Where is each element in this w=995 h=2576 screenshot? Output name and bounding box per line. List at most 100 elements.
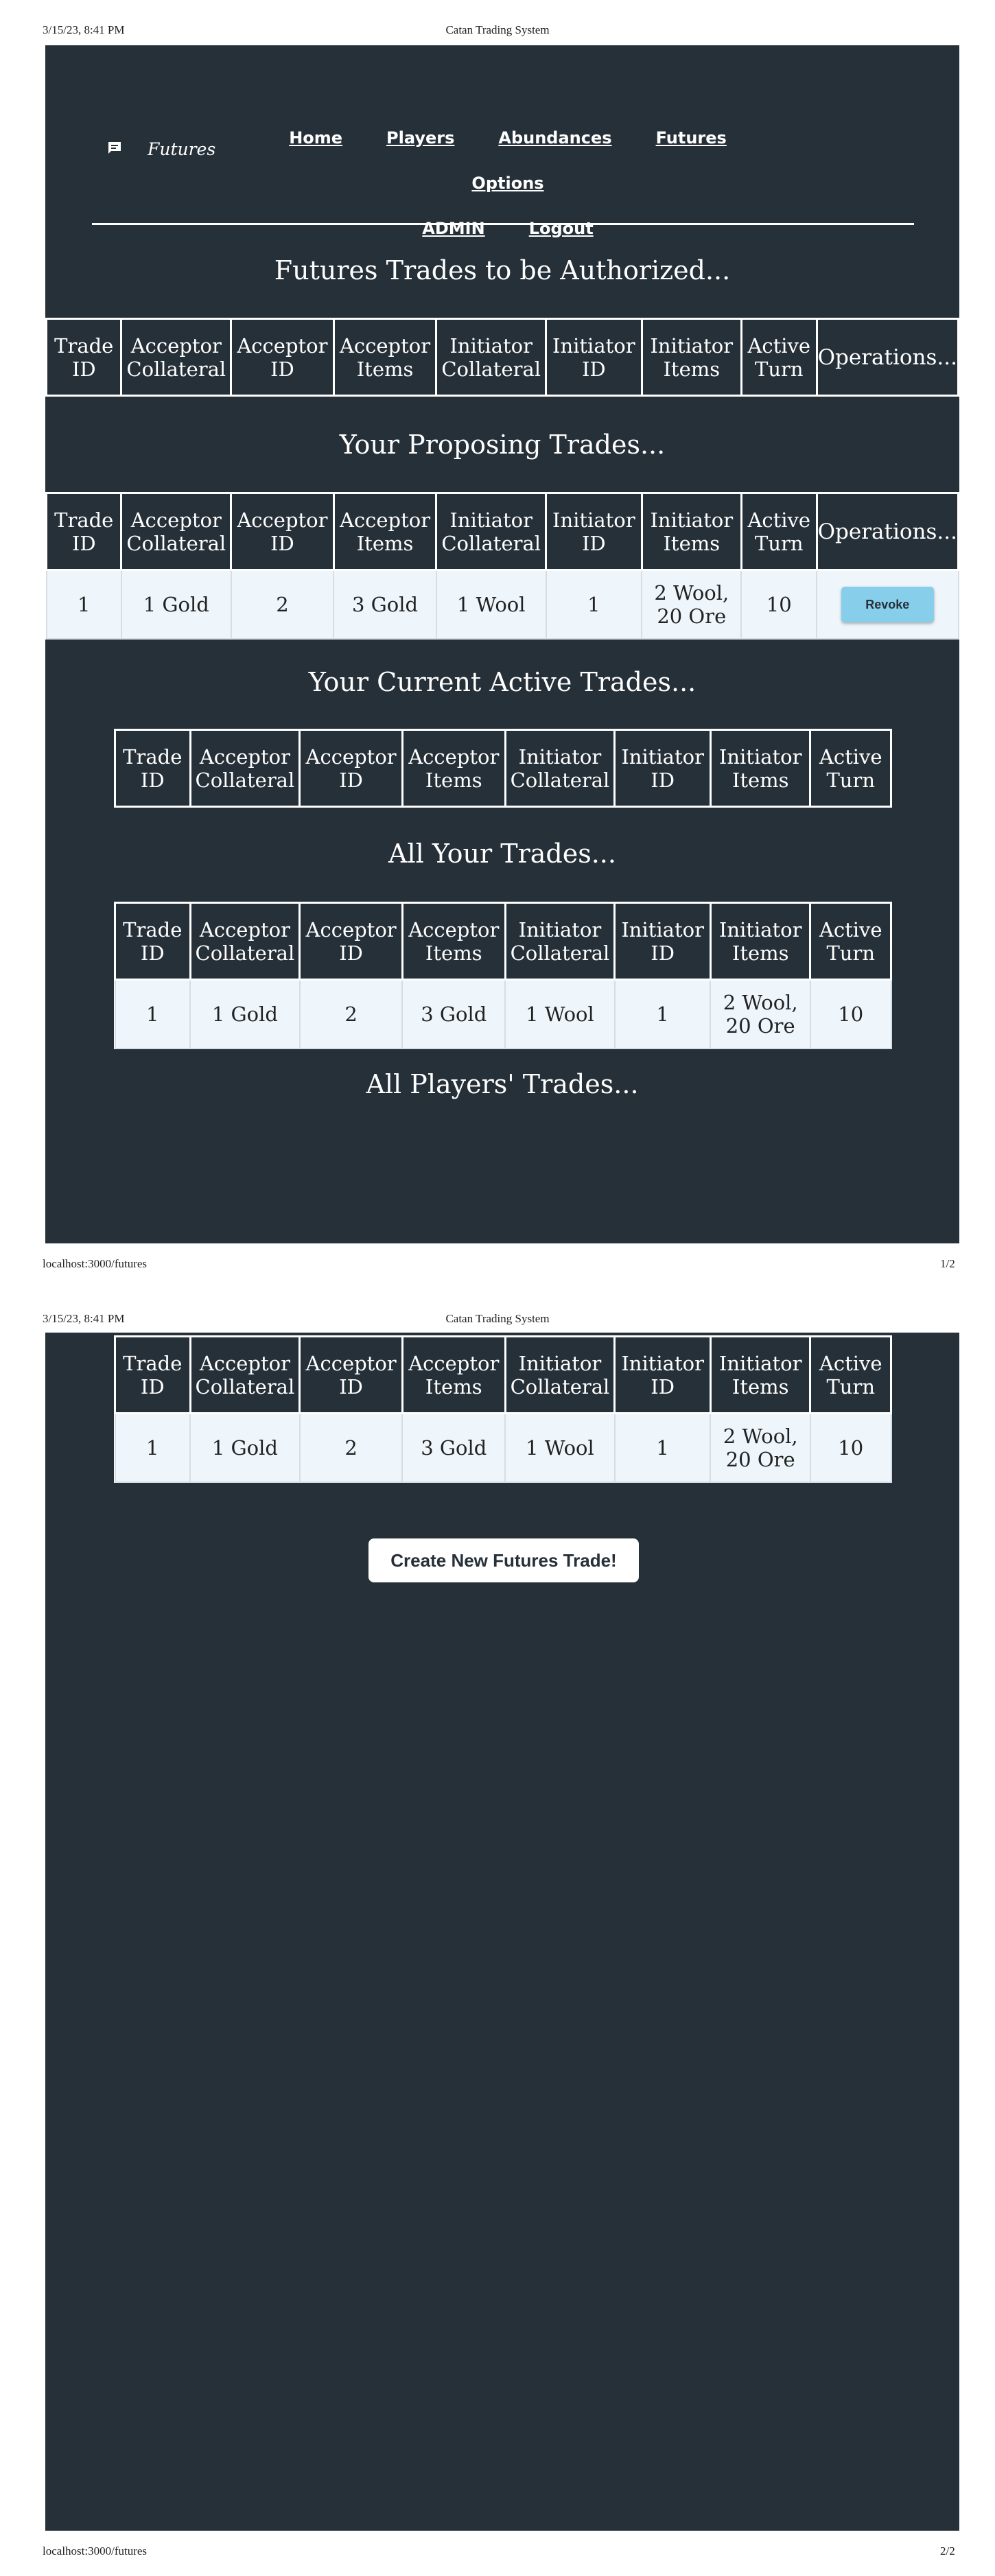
nav-logout-link[interactable]: Logout	[529, 207, 594, 250]
cell-acceptor-id: 2	[298, 1412, 403, 1483]
brand-label[interactable]: Futures	[148, 139, 215, 159]
col-trade-id: Trade ID	[114, 902, 191, 981]
col-initiator-collateral: Initiator Collateral	[504, 902, 616, 981]
cell-initiator-collateral: 1 Wool	[504, 1412, 616, 1483]
cell-initiator-id: 1	[613, 1412, 712, 1483]
create-futures-trade-button[interactable]: Create New Futures Trade!	[368, 1538, 639, 1582]
revoke-button[interactable]: Revoke	[841, 586, 934, 622]
section-title-all-yours: All Your Trades...	[388, 839, 616, 869]
col-initiator-id: Initiator ID	[545, 492, 643, 571]
col-initiator-items: Initiator Items	[640, 492, 742, 571]
col-acceptor-items: Acceptor Items	[332, 318, 438, 397]
cell-initiator-items: 2 Wool, 20 Ore	[710, 979, 811, 1049]
nav-home-link[interactable]: Home	[289, 117, 342, 159]
authorize-trades-table: Trade ID Acceptor Collateral Acceptor ID…	[45, 318, 960, 397]
col-active-turn: Active Turn	[809, 1335, 892, 1414]
col-initiator-collateral: Initiator Collateral	[435, 492, 548, 571]
col-acceptor-collateral: Acceptor Collateral	[120, 318, 233, 397]
col-initiator-id: Initiator ID	[613, 1335, 712, 1414]
page-background	[45, 1333, 959, 2531]
cell-active-turn: 10	[809, 979, 892, 1049]
nav-divider	[92, 223, 914, 225]
col-acceptor-items: Acceptor Items	[401, 729, 506, 808]
col-acceptor-id: Acceptor ID	[298, 902, 403, 981]
initiator-items-line1: 2 Wool,	[723, 1424, 798, 1448]
main-nav: Home Players Abundances Futures Options ADMIN…	[254, 117, 762, 253]
print-title: Catan Trading System	[445, 1312, 550, 1325]
nav-futures-link[interactable]: Futures	[656, 117, 727, 159]
cell-initiator-collateral: 1 Wool	[504, 979, 616, 1049]
nav-abundances-link[interactable]: Abundances	[498, 117, 611, 159]
initiator-items-line2: 20 Ore	[725, 1014, 795, 1038]
col-operations: Operations...	[815, 492, 960, 571]
print-url: localhost:3000/futures	[43, 2544, 148, 2557]
col-acceptor-items: Acceptor Items	[332, 492, 438, 571]
cell-acceptor-id: 2	[230, 569, 335, 640]
col-acceptor-id: Acceptor ID	[298, 729, 403, 808]
cell-acceptor-items: 3 Gold	[333, 569, 437, 640]
cell-active-turn: 10	[740, 569, 818, 640]
col-acceptor-collateral: Acceptor Collateral	[189, 729, 301, 808]
col-acceptor-collateral: Acceptor Collateral	[189, 1335, 301, 1414]
col-acceptor-collateral: Acceptor Collateral	[120, 492, 233, 571]
nav-players-link[interactable]: Players	[386, 117, 454, 159]
col-initiator-id: Initiator ID	[613, 902, 712, 981]
col-active-turn: Active Turn	[809, 902, 892, 981]
table-row: 1 1 Gold 2 3 Gold 1 Wool 1 2 Wool, 20 Ore…	[45, 569, 959, 640]
initiator-items-line2: 20 Ore	[657, 604, 727, 628]
col-acceptor-collateral: Acceptor Collateral	[189, 902, 301, 981]
chat-icon	[108, 142, 121, 154]
nav-options-link[interactable]: Options	[471, 162, 543, 204]
cell-initiator-id: 1	[613, 979, 712, 1049]
cell-acceptor-collateral: 1 Gold	[189, 979, 301, 1049]
col-initiator-collateral: Initiator Collateral	[435, 318, 548, 397]
col-acceptor-items: Acceptor Items	[401, 1335, 506, 1414]
col-initiator-items: Initiator Items	[709, 1335, 812, 1414]
col-initiator-collateral: Initiator Collateral	[504, 1335, 616, 1414]
initiator-items-line1: 2 Wool,	[723, 990, 798, 1014]
section-title-current-active: Your Current Active Trades...	[308, 667, 696, 697]
nav-admin-link[interactable]: ADMIN	[422, 207, 484, 250]
cell-acceptor-items: 3 Gold	[401, 979, 506, 1049]
section-title-proposing: Your Proposing Trades...	[339, 430, 666, 460]
cell-initiator-collateral: 1 Wool	[435, 569, 547, 640]
col-active-turn: Active Turn	[809, 729, 892, 808]
col-trade-id: Trade ID	[114, 1335, 191, 1414]
print-title: Catan Trading System	[445, 23, 550, 36]
table-header-row: Trade ID Acceptor Collateral Acceptor ID…	[114, 1335, 892, 1414]
all-players-trades-table: Trade ID Acceptor Collateral Acceptor ID…	[114, 1335, 892, 1483]
col-acceptor-items: Acceptor Items	[401, 902, 506, 981]
col-initiator-id: Initiator ID	[613, 729, 712, 808]
table-row: 1 1 Gold 2 3 Gold 1 Wool 1 2 Wool, 20 Ore…	[114, 1412, 892, 1483]
cell-acceptor-collateral: 1 Gold	[120, 569, 232, 640]
cell-active-turn: 10	[809, 1412, 892, 1483]
col-initiator-items: Initiator Items	[709, 902, 812, 981]
col-active-turn: Active Turn	[740, 492, 818, 571]
col-trade-id: Trade ID	[45, 492, 123, 571]
cell-acceptor-id: 2	[298, 979, 403, 1049]
cell-acceptor-collateral: 1 Gold	[189, 1412, 301, 1483]
section-title-to-authorize: Futures Trades to be Authorized...	[274, 255, 731, 285]
col-operations: Operations...	[815, 318, 960, 397]
section-title-all-players: All Players' Trades...	[366, 1069, 639, 1099]
cell-acceptor-items: 3 Gold	[401, 1412, 506, 1483]
print-page-number: 1/2	[940, 1257, 955, 1270]
cell-initiator-items: 2 Wool, 20 Ore	[641, 569, 742, 640]
col-trade-id: Trade ID	[114, 729, 191, 808]
col-trade-id: Trade ID	[45, 318, 123, 397]
table-row: 1 1 Gold 2 3 Gold 1 Wool 1 2 Wool, 20 Ore…	[114, 979, 892, 1049]
proposing-trades-table: Trade ID Acceptor Collateral Acceptor ID…	[45, 492, 960, 640]
table-header-row: Trade ID Acceptor Collateral Acceptor ID…	[114, 902, 892, 981]
col-initiator-id: Initiator ID	[545, 318, 643, 397]
col-active-turn: Active Turn	[740, 318, 818, 397]
col-initiator-items: Initiator Items	[640, 318, 742, 397]
cell-trade-id: 1	[114, 1412, 191, 1483]
current-active-trades-table: Trade ID Acceptor Collateral Acceptor ID…	[114, 729, 892, 808]
cell-operations: Revoke	[816, 569, 959, 640]
table-header-row: Trade ID Acceptor Collateral Acceptor ID…	[45, 318, 960, 397]
initiator-items-line2: 20 Ore	[725, 1447, 795, 1471]
print-page-number: 2/2	[940, 2544, 955, 2557]
initiator-items-line1: 2 Wool,	[654, 581, 729, 605]
col-acceptor-id: Acceptor ID	[298, 1335, 403, 1414]
table-header-row: Trade ID Acceptor Collateral Acceptor ID…	[114, 729, 892, 808]
